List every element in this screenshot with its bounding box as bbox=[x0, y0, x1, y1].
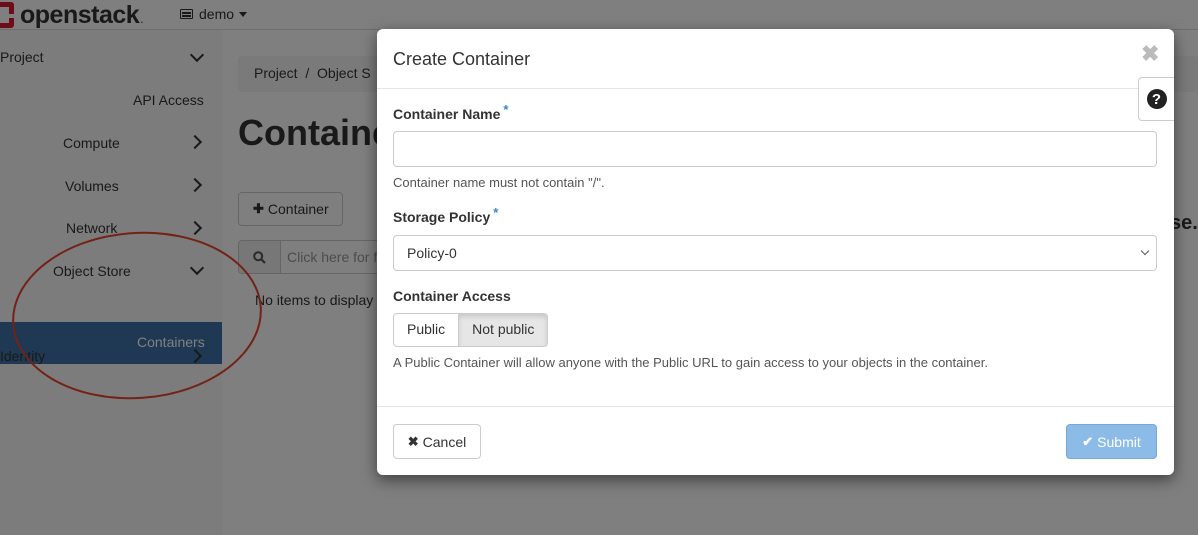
submit-label: Submit bbox=[1097, 433, 1141, 450]
check-icon: ✔ bbox=[1082, 433, 1094, 449]
container-name-help: Container name must not contain "/". bbox=[393, 175, 605, 190]
create-container-modal: Create Container ✖ ? Container Name * Con… bbox=[377, 29, 1174, 475]
public-option[interactable]: Public bbox=[393, 313, 460, 347]
cancel-label: Cancel bbox=[422, 433, 467, 450]
modal-title: Create Container bbox=[393, 49, 531, 69]
container-name-label-text: Container Name bbox=[393, 106, 501, 122]
close-icon[interactable]: ✖ bbox=[1141, 43, 1159, 65]
not-public-option[interactable]: Not public bbox=[459, 313, 549, 347]
submit-button[interactable]: ✔ Submit bbox=[1066, 424, 1157, 459]
close-icon: ✖ bbox=[407, 433, 419, 449]
help-button[interactable]: ? bbox=[1138, 77, 1174, 121]
container-access-help: A Public Container will allow anyone wit… bbox=[393, 355, 988, 370]
container-access-label: Container Access bbox=[393, 288, 511, 304]
container-name-label: Container Name * bbox=[393, 102, 508, 122]
modal-footer: ✖ Cancel ✔ Submit bbox=[377, 406, 1174, 475]
storage-policy-label: Storage Policy * bbox=[393, 205, 498, 225]
storage-policy-value: Policy-0 bbox=[407, 245, 457, 261]
storage-policy-label-text: Storage Policy bbox=[393, 209, 491, 225]
chevron-down-icon bbox=[1140, 246, 1150, 256]
modal-header: Create Container ✖ bbox=[377, 29, 1174, 89]
required-mark: * bbox=[493, 205, 499, 220]
storage-policy-select[interactable]: Policy-0 bbox=[393, 235, 1157, 271]
cancel-button[interactable]: ✖ Cancel bbox=[393, 424, 481, 459]
container-name-input[interactable] bbox=[393, 131, 1157, 167]
container-access-toggle: Public Not public bbox=[393, 313, 549, 347]
question-icon: ? bbox=[1146, 89, 1167, 109]
required-mark: * bbox=[503, 102, 509, 117]
